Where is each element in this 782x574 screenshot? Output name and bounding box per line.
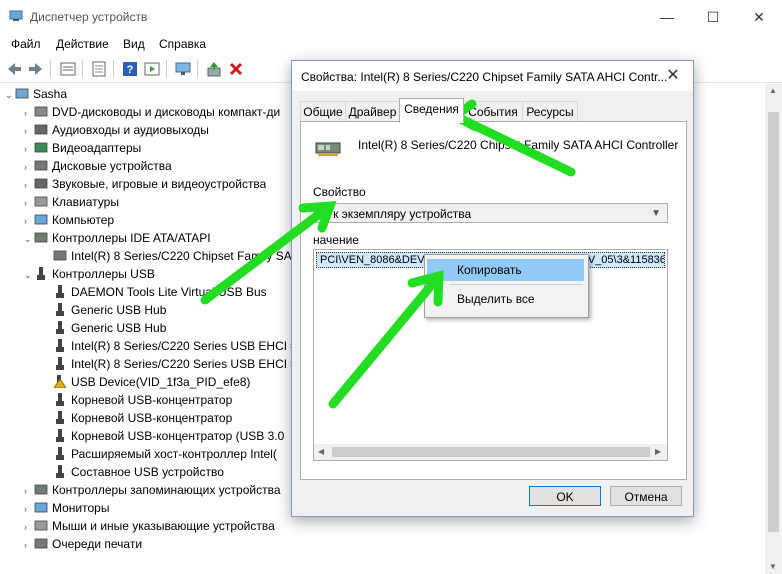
tab-details[interactable]: Сведения — [399, 98, 464, 123]
arrow-to-property — [200, 201, 335, 305]
annotation-arrows — [200, 99, 576, 409]
arrow-to-copy — [328, 271, 444, 409]
